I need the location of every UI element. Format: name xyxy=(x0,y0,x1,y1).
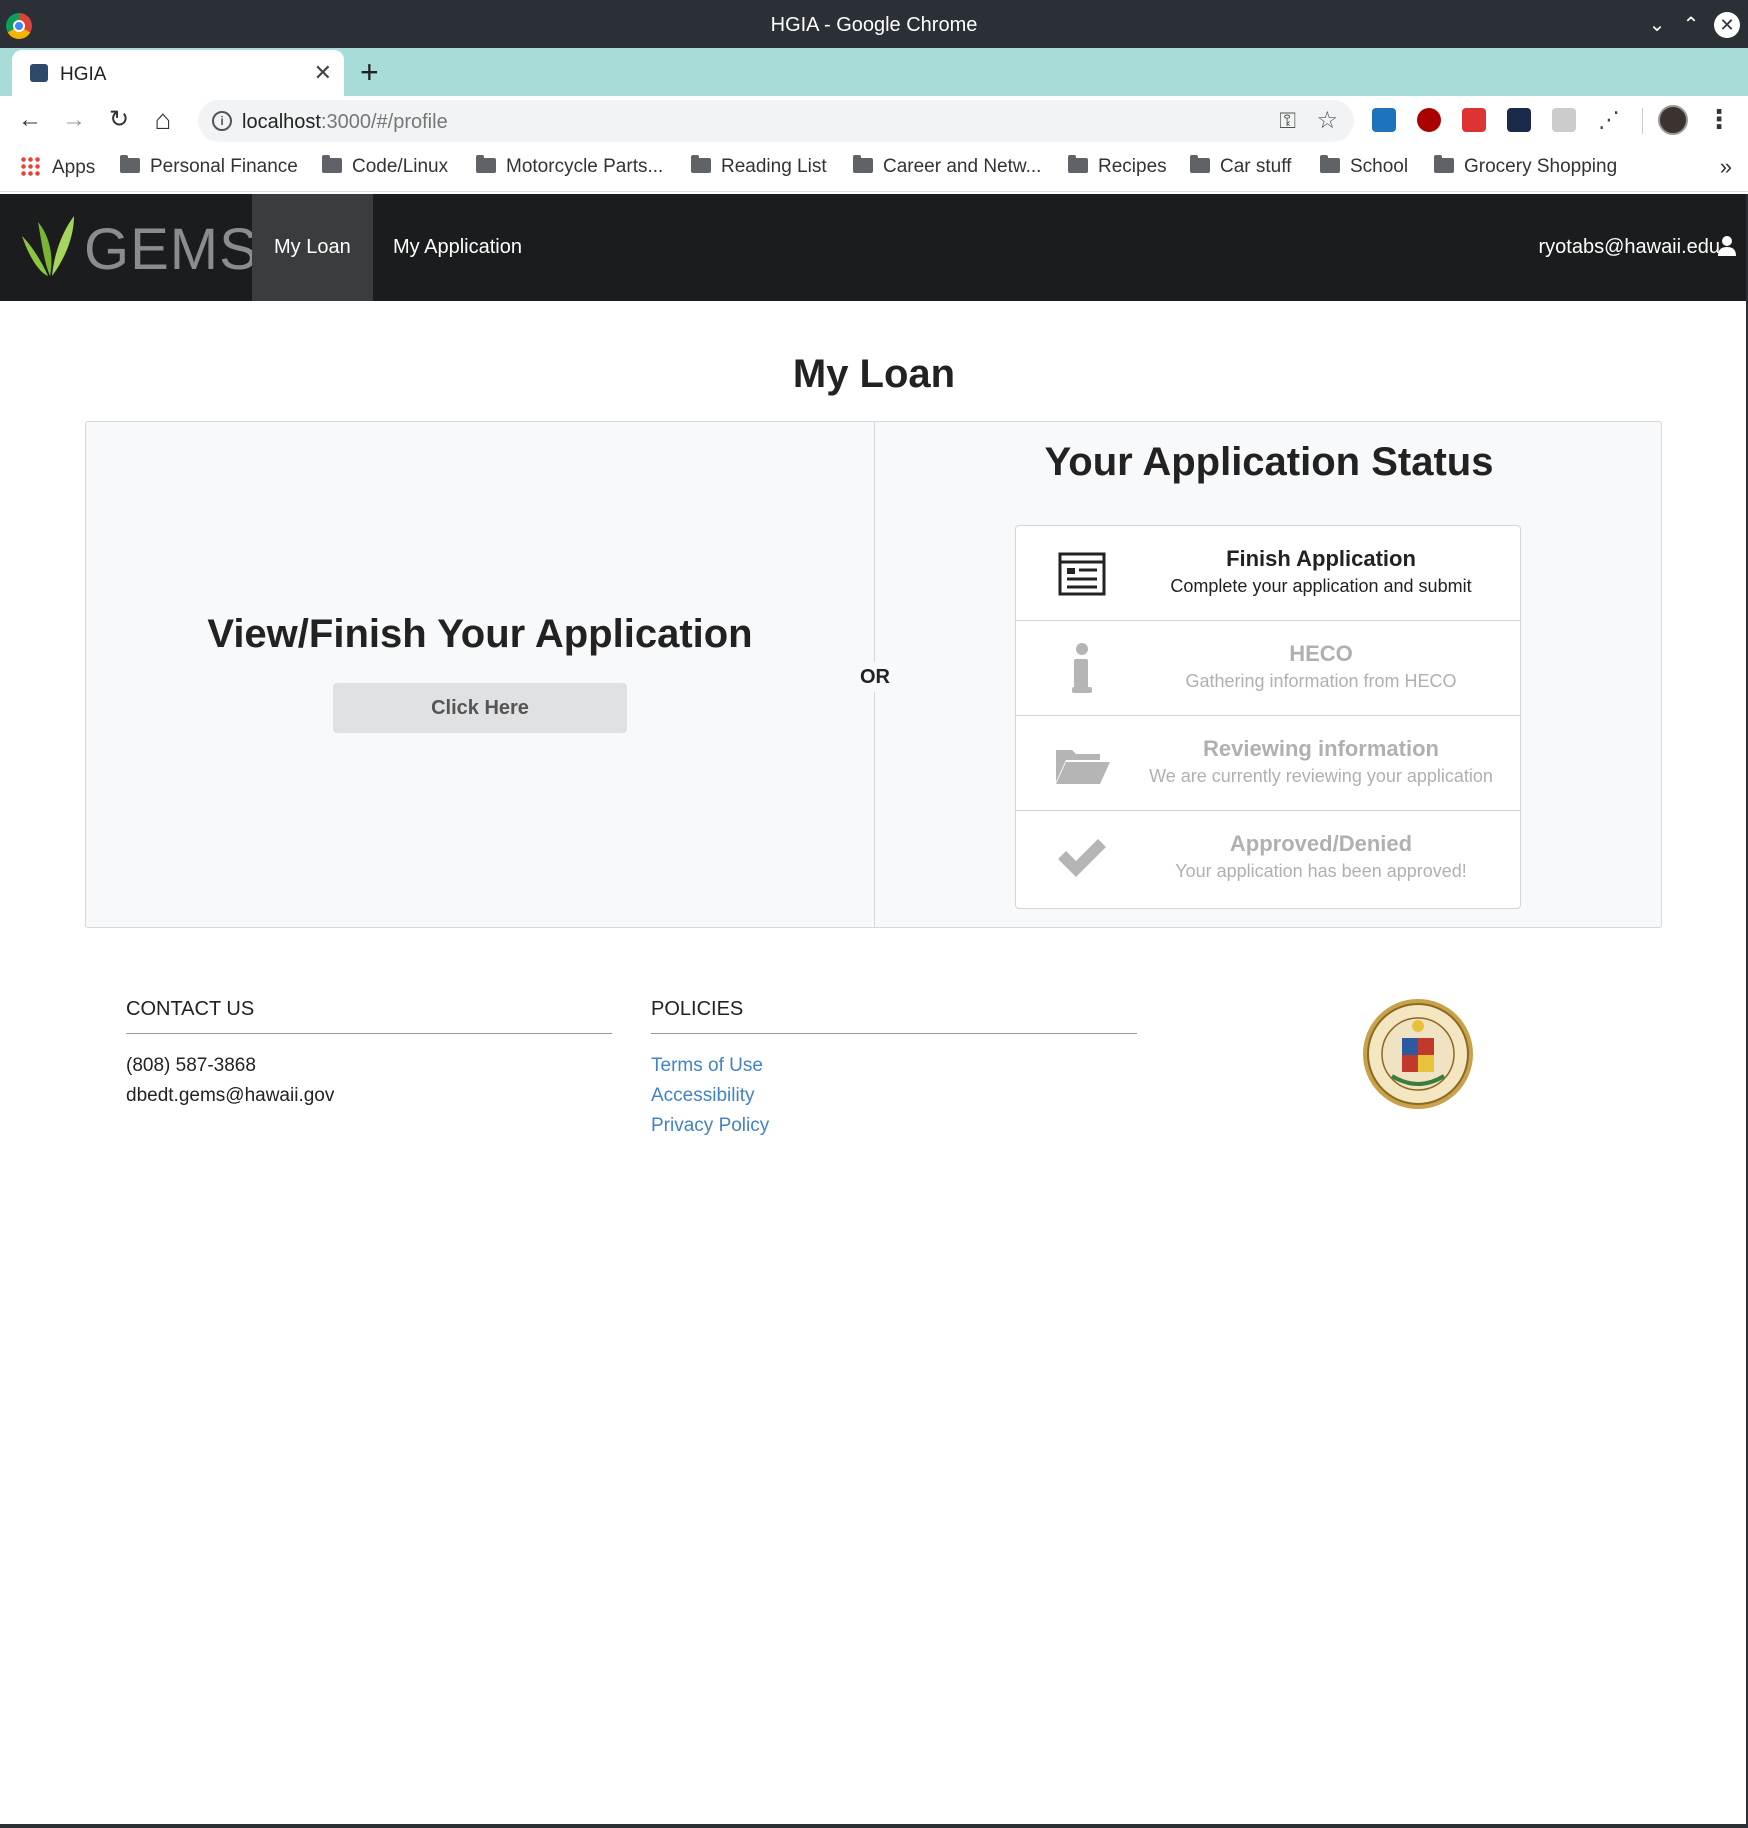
state-seal-icon xyxy=(1363,999,1473,1109)
step-heco[interactable]: HECO Gathering information from HECO xyxy=(1016,621,1520,716)
info-icon xyxy=(1072,643,1092,693)
terms-of-use-link[interactable]: Terms of Use xyxy=(651,1056,1137,1076)
application-status-heading: Your Application Status xyxy=(1044,440,1494,484)
contact-heading: CONTACT US xyxy=(126,998,612,1034)
browser-toolbar: ← → ↻ ⌂ i localhost:3000/#/profile ⚿ ☆ ⋰… xyxy=(0,96,1748,146)
ublock-extension-icon[interactable] xyxy=(1417,108,1441,132)
contact-phone: (808) 587-3868 xyxy=(126,1055,256,1076)
minimize-icon[interactable]: ⌄ xyxy=(1644,12,1670,38)
step-reviewing-information[interactable]: Reviewing information We are currently r… xyxy=(1016,716,1520,811)
address-bar[interactable]: i localhost:3000/#/profile ⚿ ☆ xyxy=(198,100,1354,142)
reload-icon[interactable]: ↻ xyxy=(103,104,135,136)
folder-icon xyxy=(120,155,140,173)
extension-icon[interactable] xyxy=(1462,108,1486,132)
back-icon[interactable]: ← xyxy=(14,104,46,136)
folder-icon xyxy=(853,155,873,173)
bookmark-folder[interactable]: Code/Linux xyxy=(322,155,448,178)
step-title: Reviewing information xyxy=(1203,736,1439,761)
step-title: HECO xyxy=(1289,641,1353,666)
gems-logo[interactable]: GEMS xyxy=(18,214,258,282)
step-description: We are currently reviewing your applicat… xyxy=(1149,766,1493,786)
or-divider-label: OR xyxy=(856,662,894,692)
newspaper-icon xyxy=(1058,552,1106,596)
apps-grid-icon xyxy=(20,156,40,176)
page-title: My Loan xyxy=(792,352,956,396)
extension-icon[interactable]: ⋰ xyxy=(1597,108,1621,132)
click-here-button[interactable]: Click Here xyxy=(333,683,627,733)
step-title: Finish Application xyxy=(1226,546,1416,571)
url-text[interactable]: localhost:3000/#/profile xyxy=(242,111,448,134)
bookmarks-bar: Apps Personal Finance Code/Linux Motorcy… xyxy=(0,146,1748,192)
step-approved-denied[interactable]: Approved/Denied Your application has bee… xyxy=(1016,811,1520,906)
bookmark-folder[interactable]: Grocery Shopping xyxy=(1434,155,1617,178)
step-title: Approved/Denied xyxy=(1229,831,1413,856)
tab-title: HGIA xyxy=(60,64,107,85)
folder-icon xyxy=(691,155,711,173)
window-title: HGIA - Google Chrome xyxy=(770,14,978,36)
favicon-icon xyxy=(30,64,48,82)
brand-text: GEMS xyxy=(84,217,259,282)
status-steps: Finish Application Complete your applica… xyxy=(1015,525,1521,909)
site-info-icon[interactable]: i xyxy=(212,111,232,131)
chrome-menu-icon[interactable]: ⋮ xyxy=(1706,104,1732,135)
bookmark-star-icon[interactable]: ☆ xyxy=(1316,106,1338,135)
extension-icon[interactable] xyxy=(1507,108,1531,132)
step-finish-application[interactable]: Finish Application Complete your applica… xyxy=(1016,526,1520,621)
tab-strip: HGIA ✕ + xyxy=(0,48,1748,96)
user-icon[interactable] xyxy=(1718,236,1736,256)
checkmark-icon xyxy=(1058,839,1106,877)
site-navbar: GEMS My Loan My Application ryotabs@hawa… xyxy=(0,194,1748,301)
home-icon[interactable]: ⌂ xyxy=(147,104,179,136)
toolbar-separator xyxy=(1642,108,1643,134)
step-description: Your application has been approved! xyxy=(1175,861,1467,881)
window-close-icon[interactable]: ✕ xyxy=(1714,12,1740,38)
bookmark-folder[interactable]: Car stuff xyxy=(1190,155,1291,178)
forward-icon[interactable]: → xyxy=(58,104,90,136)
policies-heading: POLICIES xyxy=(651,998,1137,1034)
folder-icon xyxy=(1190,155,1210,173)
view-finish-heading: View/Finish Your Application xyxy=(207,612,753,656)
user-email-link[interactable]: ryotabs@hawaii.edu xyxy=(1538,236,1720,259)
folder-icon xyxy=(1320,155,1340,173)
browser-tab[interactable]: HGIA ✕ xyxy=(12,50,344,96)
accessibility-link[interactable]: Accessibility xyxy=(651,1086,1137,1106)
bookmarks-overflow-icon[interactable]: » xyxy=(1720,154,1732,180)
tab-close-icon[interactable]: ✕ xyxy=(314,60,332,86)
loan-segment: View/Finish Your Application Click Here … xyxy=(85,421,1662,928)
bookmark-folder[interactable]: Recipes xyxy=(1068,155,1167,178)
leaf-logo-icon xyxy=(22,216,74,276)
bookmark-folder[interactable]: School xyxy=(1320,155,1408,178)
step-description: Complete your application and submit xyxy=(1170,576,1472,596)
nav-my-application[interactable]: My Application xyxy=(371,194,544,301)
bookmark-apps[interactable]: Apps xyxy=(20,156,95,179)
bookmark-folder[interactable]: Motorcycle Parts... xyxy=(476,155,663,178)
maximize-icon[interactable]: ⌃ xyxy=(1678,12,1704,38)
css-extension-icon[interactable] xyxy=(1552,108,1576,132)
profile-avatar[interactable] xyxy=(1658,105,1688,135)
folder-icon xyxy=(1068,155,1088,173)
privacy-policy-link[interactable]: Privacy Policy xyxy=(651,1116,1137,1136)
footer-policies: POLICIES Terms of Use Accessibility Priv… xyxy=(651,998,1137,1136)
step-description: Gathering information from HECO xyxy=(1185,671,1457,691)
bookmark-folder[interactable]: Reading List xyxy=(691,155,827,178)
contact-email: dbedt.gems@hawaii.gov xyxy=(126,1085,335,1106)
folder-open-icon xyxy=(1056,750,1110,784)
new-tab-button[interactable]: + xyxy=(360,54,379,90)
folder-icon xyxy=(476,155,496,173)
folder-icon xyxy=(322,155,342,173)
bookmark-folder[interactable]: Personal Finance xyxy=(120,155,298,178)
folder-icon xyxy=(1434,155,1454,173)
footer-contact: CONTACT US (808) 587-3868 dbedt.gems@haw… xyxy=(126,998,612,1106)
window-titlebar: HGIA - Google Chrome ⌄ ⌃ ✕ xyxy=(0,0,1748,48)
bookmark-folder[interactable]: Career and Netw... xyxy=(853,155,1041,178)
key-icon[interactable]: ⚿ xyxy=(1279,108,1296,134)
bitwarden-extension-icon[interactable] xyxy=(1372,108,1396,132)
nav-my-loan[interactable]: My Loan xyxy=(252,194,373,301)
window-border xyxy=(0,1824,1748,1828)
